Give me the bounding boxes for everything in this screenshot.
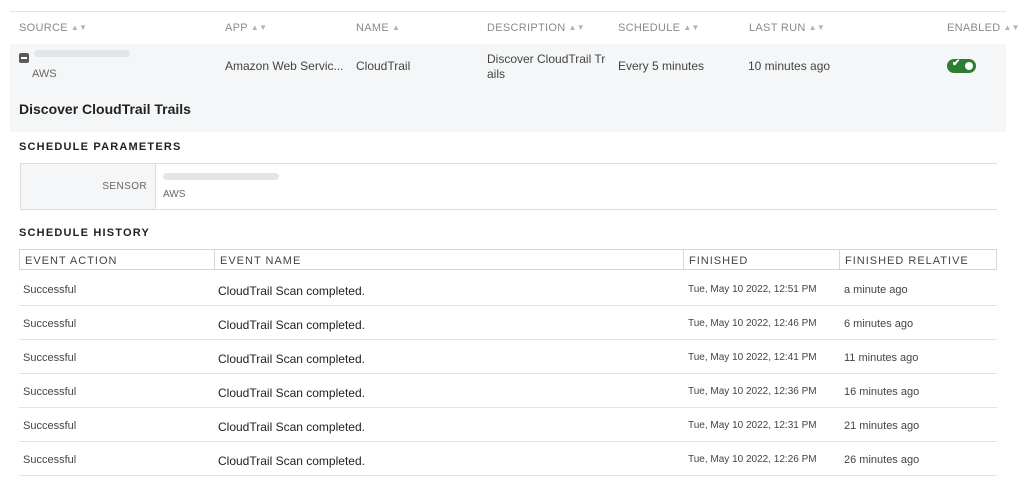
history-row: Successful CloudTrail Scan completed. Tu… bbox=[19, 340, 997, 374]
finished-time: Tue, May 10 2022, 12:31 PM bbox=[688, 420, 817, 431]
finished-time: Tue, May 10 2022, 12:26 PM bbox=[688, 454, 817, 465]
sensor-label-cell: SENSOR bbox=[20, 164, 156, 209]
description-line-1: Discover CloudTrail Tr bbox=[487, 52, 606, 66]
schedule-cell: Every 5 minutes bbox=[618, 59, 705, 73]
sort-icon: ▲▼ bbox=[250, 23, 268, 32]
event-action: Successful bbox=[23, 352, 77, 364]
finished-relative: 6 minutes ago bbox=[844, 318, 914, 330]
event-action: Successful bbox=[23, 420, 77, 432]
column-header-event-name[interactable]: EVENT NAME bbox=[214, 249, 684, 270]
finished-relative: 11 minutes ago bbox=[844, 352, 919, 364]
schedule-parameters-table: SENSOR AWS bbox=[20, 163, 997, 210]
redacted-sensor-name bbox=[163, 173, 279, 180]
event-name: CloudTrail Scan completed. bbox=[218, 454, 365, 468]
event-name: CloudTrail Scan completed. bbox=[218, 386, 365, 400]
column-header-event-action[interactable]: EVENT ACTION bbox=[19, 249, 215, 270]
history-row: Successful CloudTrail Scan completed. Tu… bbox=[19, 408, 997, 442]
history-row: Successful CloudTrail Scan completed. Tu… bbox=[19, 374, 997, 408]
event-action: Successful bbox=[23, 318, 77, 330]
history-row: Successful CloudTrail Scan completed. Tu… bbox=[19, 442, 997, 476]
app-cell: Amazon Web Servic... bbox=[225, 59, 344, 73]
event-name: CloudTrail Scan completed. bbox=[218, 284, 365, 298]
history-table-header: EVENT ACTION EVENT NAME FINISHED FINISHE… bbox=[19, 249, 997, 271]
name-cell: CloudTrail bbox=[356, 59, 411, 73]
column-header-app[interactable]: APP ▲▼ bbox=[225, 22, 267, 34]
redacted-source-name bbox=[34, 50, 130, 57]
schedule-parameters-heading: SCHEDULE PARAMETERS bbox=[19, 141, 182, 153]
finished-time: Tue, May 10 2022, 12:46 PM bbox=[688, 318, 817, 329]
sort-icon: ▲▼ bbox=[70, 23, 88, 32]
finished-time: Tue, May 10 2022, 12:41 PM bbox=[688, 352, 817, 363]
event-name: CloudTrail Scan completed. bbox=[218, 420, 365, 434]
schedule-history-heading: SCHEDULE HISTORY bbox=[19, 227, 151, 239]
column-header-finished-relative[interactable]: FINISHED RELATIVE bbox=[839, 249, 997, 270]
sort-icon: ▲▼ bbox=[1003, 23, 1018, 32]
source-sub-label: AWS bbox=[32, 68, 57, 80]
collapse-icon[interactable] bbox=[19, 53, 29, 63]
finished-relative: 16 minutes ago bbox=[844, 386, 920, 398]
column-header-finished[interactable]: FINISHED bbox=[683, 249, 840, 270]
finished-time: Tue, May 10 2022, 12:36 PM bbox=[688, 386, 817, 397]
enabled-toggle[interactable]: ✔ bbox=[947, 58, 976, 73]
schedules-table-header: SOURCE ▲▼ APP ▲▼ NAME ▲ DESCRIPTION ▲▼ SCHED… bbox=[10, 11, 1018, 44]
sensor-label: SENSOR bbox=[102, 181, 147, 192]
schedule-row[interactable]: AWS Amazon Web Servic... CloudTrail Disc… bbox=[10, 44, 1006, 88]
event-action: Successful bbox=[23, 386, 77, 398]
finished-relative: 26 minutes ago bbox=[844, 454, 920, 466]
finished-relative: 21 minutes ago bbox=[844, 420, 920, 432]
sort-icon: ▲▼ bbox=[568, 23, 585, 32]
toggle-knob bbox=[965, 62, 973, 70]
event-name: CloudTrail Scan completed. bbox=[218, 318, 365, 332]
last-run-cell: 10 minutes ago bbox=[748, 59, 831, 73]
sort-asc-icon: ▲ bbox=[391, 23, 401, 32]
event-action: Successful bbox=[23, 454, 77, 466]
sensor-sub-label: AWS bbox=[163, 189, 186, 200]
history-row: Successful CloudTrail Scan completed. Tu… bbox=[19, 272, 997, 306]
column-header-description[interactable]: DESCRIPTION ▲▼ bbox=[487, 22, 585, 34]
sort-icon: ▲▼ bbox=[808, 23, 826, 32]
check-icon: ✔ bbox=[952, 58, 961, 69]
column-header-name[interactable]: NAME ▲ bbox=[356, 22, 400, 34]
sort-icon: ▲▼ bbox=[683, 23, 700, 32]
description-line-2: ails bbox=[487, 67, 506, 81]
finished-time: Tue, May 10 2022, 12:51 PM bbox=[688, 284, 817, 295]
detail-title: Discover CloudTrail Trails bbox=[19, 101, 191, 117]
column-header-enabled[interactable]: ENABLED ▲▼ bbox=[947, 22, 1018, 34]
event-action: Successful bbox=[23, 284, 77, 296]
finished-relative: a minute ago bbox=[844, 284, 908, 296]
schedule-detail-panel: Discover CloudTrail Trails bbox=[10, 88, 1006, 132]
column-header-schedule[interactable]: SCHEDULE ▲▼ bbox=[618, 22, 700, 34]
event-name: CloudTrail Scan completed. bbox=[218, 352, 365, 366]
column-header-last-run[interactable]: LAST RUN ▲▼ bbox=[749, 22, 825, 34]
history-row: Successful CloudTrail Scan completed. Tu… bbox=[19, 306, 997, 340]
column-header-source[interactable]: SOURCE ▲▼ bbox=[19, 22, 87, 34]
